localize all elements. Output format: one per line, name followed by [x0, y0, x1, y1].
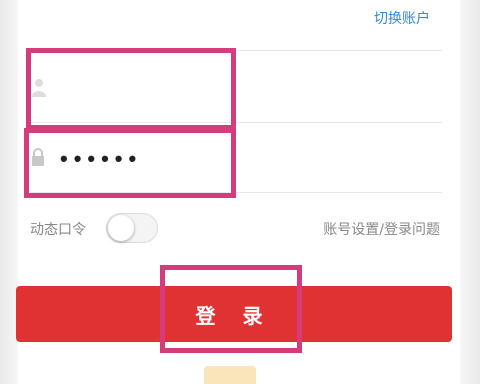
- divider: [30, 192, 442, 193]
- username-field[interactable]: [58, 70, 222, 102]
- login-button[interactable]: 登 录: [16, 286, 452, 342]
- switch-account-link[interactable]: 切换账户: [374, 8, 430, 28]
- dynamic-password-label: 动态口令: [30, 222, 86, 238]
- divider: [30, 50, 442, 51]
- password-field[interactable]: [58, 140, 222, 178]
- lock-icon: [32, 148, 44, 166]
- dynamic-password-toggle[interactable]: [106, 213, 158, 243]
- window-edge-right: [460, 0, 480, 384]
- bottom-decoration: [204, 366, 256, 384]
- user-icon: [32, 79, 46, 97]
- divider: [30, 122, 442, 123]
- toggle-knob: [108, 215, 134, 241]
- account-settings-link[interactable]: 账号设置/登录问题: [323, 219, 440, 239]
